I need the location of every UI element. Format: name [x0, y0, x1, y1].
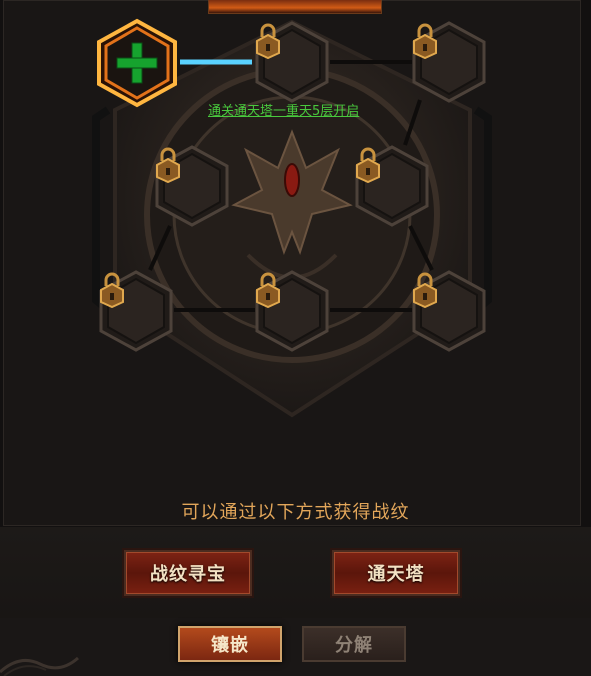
- tab-decompose[interactable]: 分解: [302, 626, 406, 662]
- lock-icon: [156, 147, 180, 183]
- plus-icon: [97, 18, 177, 108]
- sky-tower-button[interactable]: 通天塔: [332, 550, 460, 596]
- locked-rune-slot[interactable]: [355, 145, 429, 227]
- locked-rune-slot[interactable]: [255, 21, 329, 103]
- corner-ornament-icon: [0, 656, 79, 676]
- lock-icon: [413, 23, 437, 59]
- locked-rune-slot[interactable]: [99, 270, 173, 352]
- lock-icon: [256, 23, 280, 59]
- locked-rune-slot[interactable]: [255, 270, 329, 352]
- lock-icon: [100, 272, 124, 308]
- lock-icon: [256, 272, 280, 308]
- unlock-hint-link[interactable]: 通关通天塔一重天5层开启: [208, 100, 359, 119]
- locked-rune-slot[interactable]: [155, 145, 229, 227]
- tab-inlay[interactable]: 镶嵌: [178, 626, 282, 662]
- lock-icon: [413, 272, 437, 308]
- obtain-methods-text: 可以通过以下方式获得战纹: [181, 502, 410, 523]
- lock-icon: [356, 147, 380, 183]
- locked-rune-slot[interactable]: [412, 21, 486, 103]
- rune-treasure-button[interactable]: 战纹寻宝: [124, 550, 252, 596]
- locked-rune-slot[interactable]: [412, 270, 486, 352]
- tab-bar: [0, 618, 591, 676]
- add-rune-slot[interactable]: [96, 18, 178, 108]
